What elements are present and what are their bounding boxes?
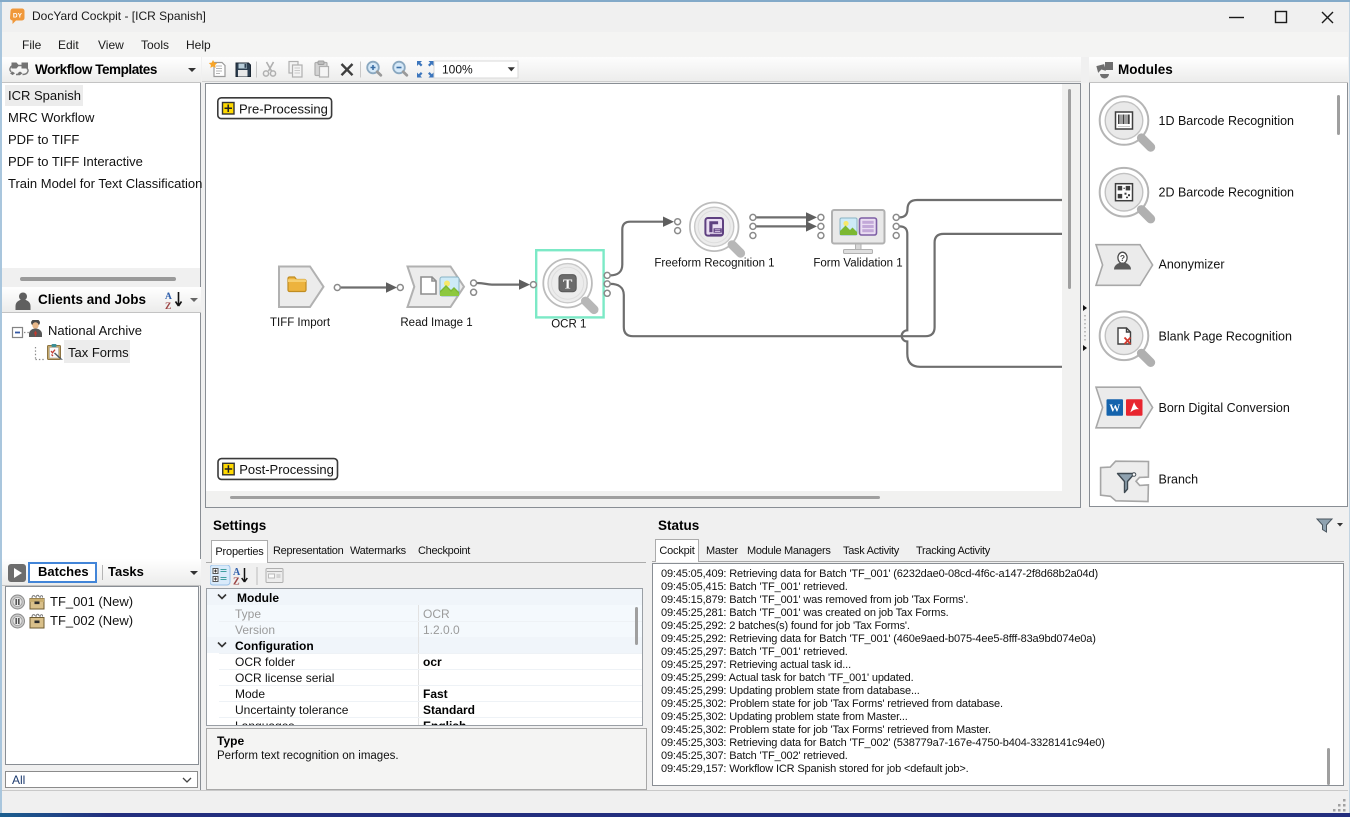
svg-text:Read Image 1: Read Image 1 <box>400 317 472 329</box>
svg-text:TIFF Import: TIFF Import <box>270 317 331 329</box>
svg-text:Z: Z <box>165 302 171 310</box>
svg-text:OCR 1: OCR 1 <box>551 319 586 331</box>
svg-text:Blank Page Recognition: Blank Page Recognition <box>1159 329 1292 343</box>
svg-text:Branch: Branch <box>1159 473 1199 487</box>
svg-text:1D Barcode Recognition: 1D Barcode Recognition <box>1159 114 1295 128</box>
svg-text:?: ? <box>1120 253 1125 263</box>
svg-text:T: T <box>563 277 573 292</box>
svg-text:100%: 100% <box>442 63 473 77</box>
svg-text:Post-Processing: Post-Processing <box>239 462 334 477</box>
svg-text:Form Validation 1: Form Validation 1 <box>813 258 902 270</box>
svg-text:Freeform Recognition 1: Freeform Recognition 1 <box>654 258 774 270</box>
svg-text:Anonymizer: Anonymizer <box>1159 258 1225 272</box>
svg-text:DY: DY <box>13 13 23 20</box>
svg-text:Born Digital Conversion: Born Digital Conversion <box>1159 401 1290 415</box>
svg-text:Z: Z <box>233 577 240 588</box>
svg-text:W: W <box>1109 403 1120 415</box>
svg-text:Pre-Processing: Pre-Processing <box>239 101 328 116</box>
svg-text:2D Barcode Recognition: 2D Barcode Recognition <box>1159 186 1295 200</box>
svg-text:A: A <box>165 292 172 302</box>
